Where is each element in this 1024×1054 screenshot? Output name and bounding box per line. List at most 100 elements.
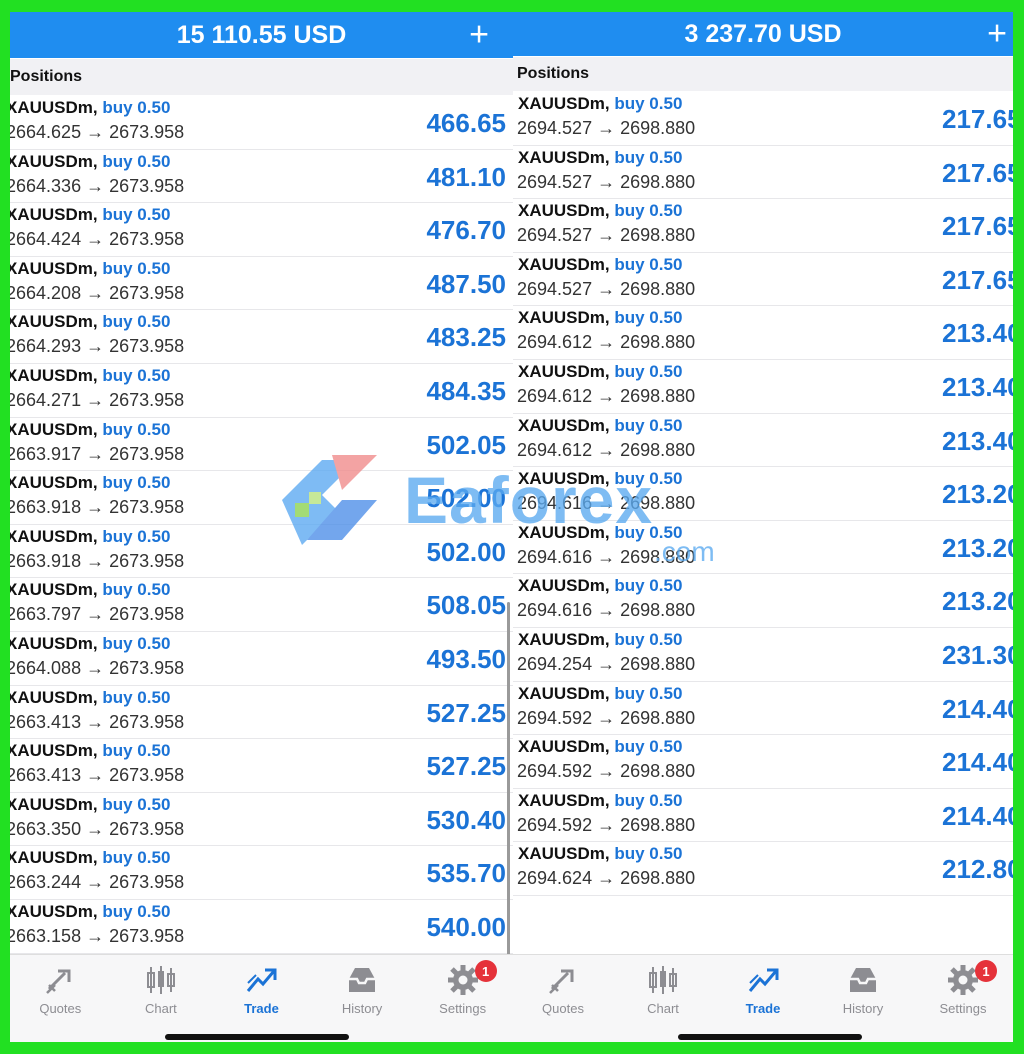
position-row[interactable]: XAUUSDm, buy 0.50 2694.624 → 2698.880 212.… <box>513 842 1013 896</box>
position-row[interactable]: XAUUSDm, buy 0.50 2664.208 → 2673.958 487.… <box>10 257 513 311</box>
tab-label: Chart <box>647 1001 679 1016</box>
position-symbol: XAUUSDm, <box>518 844 610 864</box>
position-symbol: XAUUSDm, <box>10 312 98 332</box>
position-side: buy 0.50 <box>614 254 683 274</box>
position-prices: 2694.624 → 2698.880 <box>517 868 696 889</box>
scrollbar[interactable] <box>507 602 510 962</box>
position-row[interactable]: XAUUSDm, buy 0.50 2694.527 → 2698.880 217.… <box>513 199 1013 253</box>
position-prices: 2663.918 → 2673.958 <box>10 550 185 571</box>
position-row[interactable]: XAUUSDm, buy 0.50 2694.592 → 2698.880 214.… <box>513 682 1013 736</box>
position-row[interactable]: XAUUSDm, buy 0.50 2664.625 → 2673.958 466.… <box>10 96 513 150</box>
position-row[interactable]: XAUUSDm, buy 0.50 2664.088 → 2673.958 493.… <box>10 632 513 686</box>
position-side: buy 0.50 <box>614 683 683 703</box>
position-side: buy 0.50 <box>614 629 683 649</box>
position-row[interactable]: XAUUSDm, buy 0.50 2663.918 → 2673.958 502.… <box>10 471 513 525</box>
position-title: XAUUSDm, buy 0.50 <box>518 148 682 168</box>
history-icon <box>345 963 379 1001</box>
position-row[interactable]: XAUUSDm, buy 0.50 2694.612 → 2698.880 213.… <box>513 414 1013 468</box>
position-side: buy 0.50 <box>102 98 171 117</box>
position-row[interactable]: XAUUSDm, buy 0.50 2694.612 → 2698.880 213.… <box>513 306 1013 360</box>
position-row[interactable]: XAUUSDm, buy 0.50 2694.527 → 2698.880 217.… <box>513 92 1013 146</box>
position-side: buy 0.50 <box>102 741 171 761</box>
position-row[interactable]: XAUUSDm, buy 0.50 2664.424 → 2673.958 476.… <box>10 203 513 257</box>
position-title: XAUUSDm, buy 0.50 <box>10 98 170 118</box>
position-profit: 540.00 <box>426 911 506 942</box>
tab-quotes[interactable]: Quotes <box>10 955 111 1042</box>
position-title: XAUUSDm, buy 0.50 <box>10 473 170 493</box>
tab-label: History <box>842 1001 884 1016</box>
tab-quotes[interactable]: Quotes <box>513 955 613 1042</box>
position-side: buy 0.50 <box>102 687 171 707</box>
tab-label: Chart <box>144 1001 177 1016</box>
position-row[interactable]: XAUUSDm, buy 0.50 2664.293 → 2673.958 483.… <box>10 310 513 364</box>
position-symbol: XAUUSDm, <box>10 205 98 225</box>
position-row[interactable]: XAUUSDm, buy 0.50 2694.592 → 2698.880 214.… <box>513 789 1013 843</box>
position-symbol: XAUUSDm, <box>10 901 98 921</box>
tab-history[interactable]: History <box>312 955 413 1042</box>
position-prices: 2663.917 → 2673.958 <box>10 443 185 464</box>
position-row[interactable]: XAUUSDm, buy 0.50 2694.527 → 2698.880 217.… <box>513 253 1013 307</box>
position-row[interactable]: XAUUSDm, buy 0.50 2694.254 → 2698.880 231.… <box>513 628 1013 682</box>
position-profit: 213.40 <box>942 371 1013 402</box>
position-prices: 2664.271 → 2673.958 <box>10 389 185 410</box>
position-title: XAUUSDm, buy 0.50 <box>10 902 170 922</box>
position-symbol: XAUUSDm, <box>10 258 98 278</box>
position-title: XAUUSDm, buy 0.50 <box>518 94 682 114</box>
position-row[interactable]: XAUUSDm, buy 0.50 2663.244 → 2673.958 535.… <box>10 846 513 900</box>
position-row[interactable]: XAUUSDm, buy 0.50 2663.350 → 2673.958 530.… <box>10 793 513 847</box>
position-row[interactable]: XAUUSDm, buy 0.50 2694.616 → 2698.880 213.… <box>513 574 1013 628</box>
position-profit: 493.50 <box>426 643 506 674</box>
position-row[interactable]: XAUUSDm, buy 0.50 2663.413 → 2673.958 527.… <box>10 739 513 793</box>
position-row[interactable]: XAUUSDm, buy 0.50 2694.527 → 2698.880 217.… <box>513 146 1013 200</box>
position-row[interactable]: XAUUSDm, buy 0.50 2664.336 → 2673.958 481.… <box>10 150 513 204</box>
position-row[interactable]: XAUUSDm, buy 0.50 2663.918 → 2673.958 502.… <box>10 525 513 579</box>
tab-trade[interactable]: Trade <box>713 955 813 1042</box>
position-row[interactable]: XAUUSDm, buy 0.50 2694.612 → 2698.880 213.… <box>513 360 1013 414</box>
quotes-icon <box>43 963 77 1001</box>
chart-icon <box>144 963 178 1001</box>
tab-history[interactable]: History <box>813 955 913 1042</box>
position-profit: 481.10 <box>426 161 506 192</box>
tab-label: Quotes <box>542 1001 584 1016</box>
position-row[interactable]: XAUUSDm, buy 0.50 2663.413 → 2673.958 527.… <box>10 686 513 740</box>
position-prices: 2694.612 → 2698.880 <box>517 385 696 406</box>
position-prices: 2694.527 → 2698.880 <box>517 225 696 246</box>
position-profit: 217.65 <box>942 211 1013 242</box>
position-row[interactable]: XAUUSDm, buy 0.50 2663.797 → 2673.958 508.… <box>10 578 513 632</box>
tab-chart[interactable]: Chart <box>111 955 212 1042</box>
position-symbol: XAUUSDm, <box>518 415 610 435</box>
position-title: XAUUSDm, buy 0.50 <box>10 205 170 225</box>
position-title: XAUUSDm, buy 0.50 <box>518 844 682 864</box>
position-row[interactable]: XAUUSDm, buy 0.50 2694.616 → 2698.880 213.… <box>513 467 1013 521</box>
position-profit: 213.20 <box>942 532 1013 563</box>
plus-icon[interactable]: + <box>469 17 489 51</box>
position-prices: 2663.797 → 2673.958 <box>10 604 185 625</box>
position-title: XAUUSDm, buy 0.50 <box>518 416 682 436</box>
home-indicator <box>678 1034 862 1040</box>
tab-settings[interactable]: Settings 1 <box>913 955 1013 1042</box>
position-row[interactable]: XAUUSDm, buy 0.50 2694.616 → 2698.880 213.… <box>513 521 1013 575</box>
position-side: buy 0.50 <box>102 473 171 493</box>
position-row[interactable]: XAUUSDm, buy 0.50 2663.917 → 2673.958 502.… <box>10 418 513 472</box>
tab-trade[interactable]: Trade <box>211 955 312 1042</box>
position-row[interactable]: XAUUSDm, buy 0.50 2694.592 → 2698.880 214.… <box>513 735 1013 789</box>
position-profit: 502.00 <box>426 483 506 514</box>
position-profit: 483.25 <box>426 322 506 353</box>
position-prices: 2694.527 → 2698.880 <box>517 171 696 192</box>
position-profit: 502.05 <box>426 429 506 460</box>
position-side: buy 0.50 <box>102 633 171 653</box>
position-side: buy 0.50 <box>102 205 171 225</box>
position-prices: 2663.158 → 2673.958 <box>10 925 185 946</box>
tab-chart[interactable]: Chart <box>613 955 713 1042</box>
plus-icon[interactable]: + <box>987 16 1007 50</box>
position-prices: 2663.413 → 2673.958 <box>10 711 185 732</box>
tab-bar: Quotes Chart Trade History Settings 1 <box>513 954 1013 1042</box>
section-header: Positions <box>10 59 513 95</box>
position-prices: 2664.088 → 2673.958 <box>10 657 185 678</box>
position-title: XAUUSDm, buy 0.50 <box>10 527 170 547</box>
position-row[interactable]: XAUUSDm, buy 0.50 2664.271 → 2673.958 484.… <box>10 364 513 418</box>
tab-settings[interactable]: Settings 1 <box>412 955 513 1042</box>
position-row[interactable]: XAUUSDm, buy 0.50 2663.158 → 2673.958 540.… <box>10 900 513 954</box>
position-title: XAUUSDm, buy 0.50 <box>10 152 170 172</box>
position-profit: 535.70 <box>426 858 506 889</box>
